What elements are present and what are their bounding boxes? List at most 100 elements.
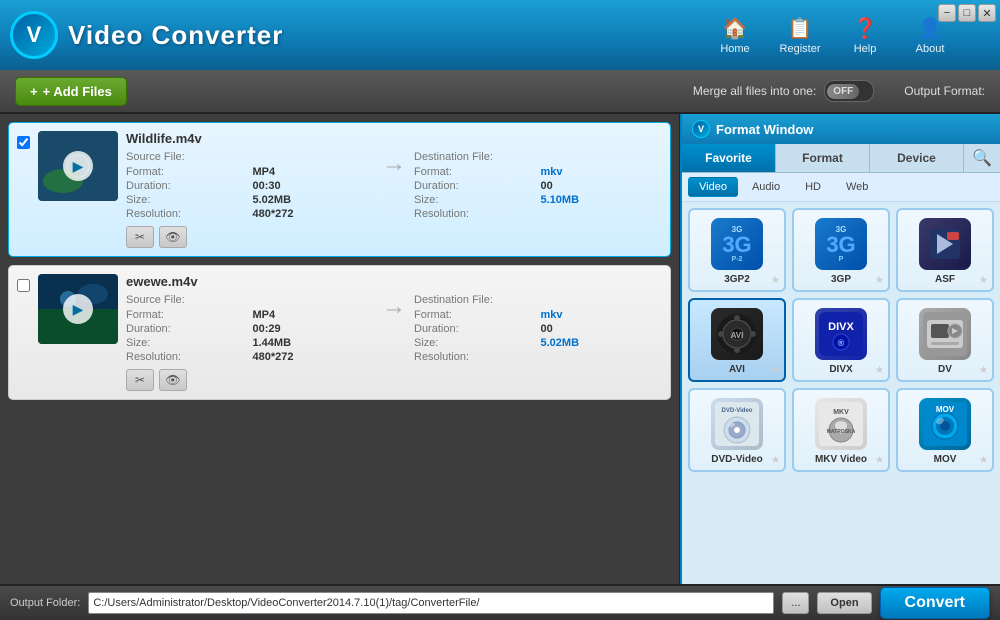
file-info-1: Wildlife.m4v Source File: → Destination … [126,131,662,248]
format-item-divx[interactable]: DIVX ® DIVX ★ [792,298,890,382]
format-row-2: AVI AVI ★ DIVX ® DIVX [688,298,994,382]
duration-label: Duration: [126,180,248,192]
svg-text:AVI: AVI [731,331,744,340]
add-files-button[interactable]: + + Add Files [15,77,127,106]
format-item-3gp2[interactable]: 3G 3G P-2 3GP2 ★ [688,208,786,292]
star-3gp: ★ [875,275,884,286]
format-label-mkv: MKV Video [815,454,867,465]
format-label-3gp: 3GP [831,274,851,285]
res-value-2: 480*272 [253,351,375,363]
nav-register[interactable]: 📋 Register [770,5,830,65]
cut-button-1[interactable]: ✂ [126,226,154,248]
star-mkv: ★ [875,455,884,466]
browse-button[interactable]: ... [782,592,809,614]
svg-text:MOV: MOV [936,405,955,414]
dest-label-2: Destination File: [414,294,536,306]
star-3gp2: ★ [771,275,780,286]
file-details-1: Source File: → Destination File: Format:… [126,150,662,220]
output-format-label: Output Format: [904,84,985,98]
format-grid: 3G 3G P-2 3GP2 ★ 3G 3G P [682,202,1000,584]
format-window: V Format Window Favorite Format Device 🔍… [680,114,1000,584]
file-thumbnail-2: ▶ [38,274,118,344]
close-button[interactable]: ✕ [978,4,996,22]
duration-value-2: 00:29 [253,323,375,335]
filter-web[interactable]: Web [835,177,879,197]
nav-home-label: Home [720,43,749,55]
file-actions-2: ✂ 👁 [126,369,662,391]
size-label: Size: [126,194,248,206]
svg-text:MKV: MKV [833,409,849,416]
tab-format[interactable]: Format [776,144,870,172]
file-actions-1: ✂ 👁 [126,226,662,248]
minimize-button[interactable]: − [938,4,956,22]
open-button[interactable]: Open [817,592,871,614]
format-icon-3gp: 3G 3G P [815,218,867,270]
file-name-1: Wildlife.m4v [126,131,662,146]
res-label: Resolution: [126,208,248,220]
output-folder-input[interactable] [88,592,774,614]
dest-duration-label: Duration: [414,180,536,192]
tab-device[interactable]: Device [870,144,964,172]
register-icon: 📋 [788,16,813,41]
format-item-dvd[interactable]: DVD-Video DVD-Video ★ [688,388,786,472]
play-button-2[interactable]: ▶ [63,294,93,324]
format-item-mov[interactable]: MOV MOV ★ [896,388,994,472]
format-filter-tabs: Video Audio HD Web [682,173,1000,202]
file-checkbox-1[interactable] [17,136,30,149]
star-dvd: ★ [771,455,780,466]
restore-button[interactable]: □ [958,4,976,22]
format-item-asf[interactable]: ASF ★ [896,208,994,292]
file-item-2: ▶ ewewe.m4v Source File: → Destination F… [8,265,671,400]
file-checkbox-2[interactable] [17,279,30,292]
format-row-3: DVD-Video DVD-Video ★ MKV [688,388,994,472]
output-folder-label: Output Folder: [10,597,80,609]
file-details-2: Source File: → Destination File: Format:… [126,293,662,363]
format-item-dv[interactable]: DV ★ [896,298,994,382]
play-button-1[interactable]: ▶ [63,151,93,181]
filter-video[interactable]: Video [688,177,738,197]
star-mov: ★ [979,455,988,466]
format-item-3gp[interactable]: 3G 3G P 3GP ★ [792,208,890,292]
format-row-1: 3G 3G P-2 3GP2 ★ 3G 3G P [688,208,994,292]
format-icon-asf [919,218,971,270]
source-label-2: Source File: [126,294,248,306]
filter-hd[interactable]: HD [794,177,832,197]
bottom-bar: Output Folder: ... Open Convert [0,584,1000,620]
nav-home[interactable]: 🏠 Home [705,5,765,65]
format-label-divx: DIVX [829,364,852,375]
svg-text:®: ® [838,338,845,348]
toolbar: + + Add Files Merge all files into one: … [0,70,1000,114]
duration-value-1: 00:30 [253,180,375,192]
app-title: Video Converter [68,20,283,51]
file-thumbnail-1: ▶ [38,131,118,201]
format-titlebar-icon: V [692,120,710,138]
titlebar: V Video Converter 🏠 Home 📋 Register ❓ He… [0,0,1000,70]
convert-button[interactable]: Convert [880,587,990,619]
file-list: ▶ Wildlife.m4v Source File: → Destinatio… [0,114,680,584]
dest-duration-value-2: 00 [541,323,663,335]
svg-text:MATROSKA: MATROSKA [827,429,856,435]
merge-toggle-button[interactable]: OFF [824,80,874,102]
star-dv: ★ [979,365,988,376]
format-label: Format: [126,166,248,178]
format-item-avi[interactable]: AVI AVI ★ [688,298,786,382]
format-icon-mov: MOV [919,398,971,450]
format-titlebar: V Format Window [682,114,1000,144]
tab-search[interactable]: 🔍 [964,144,1000,172]
cut-button-2[interactable]: ✂ [126,369,154,391]
tab-favorite[interactable]: Favorite [682,144,776,172]
nav-help[interactable]: ❓ Help [835,5,895,65]
format-icon-3gp2: 3G 3G P-2 [711,218,763,270]
preview-button-2[interactable]: 👁 [159,369,187,391]
star-avi: ★ [771,365,780,376]
help-icon: ❓ [853,16,878,41]
filter-audio[interactable]: Audio [741,177,791,197]
format-label-mov: MOV [934,454,957,465]
format-item-mkv[interactable]: MKV MATROSKA MKV Video ★ [792,388,890,472]
arrow-separator-2: → [379,293,409,321]
format-label-dvd: DVD-Video [711,454,763,465]
nav-buttons: 🏠 Home 📋 Register ❓ Help 👤 About [705,0,960,70]
size-value-2: 1.44MB [253,337,375,349]
preview-button-1[interactable]: 👁 [159,226,187,248]
main-content: ▶ Wildlife.m4v Source File: → Destinatio… [0,114,1000,584]
